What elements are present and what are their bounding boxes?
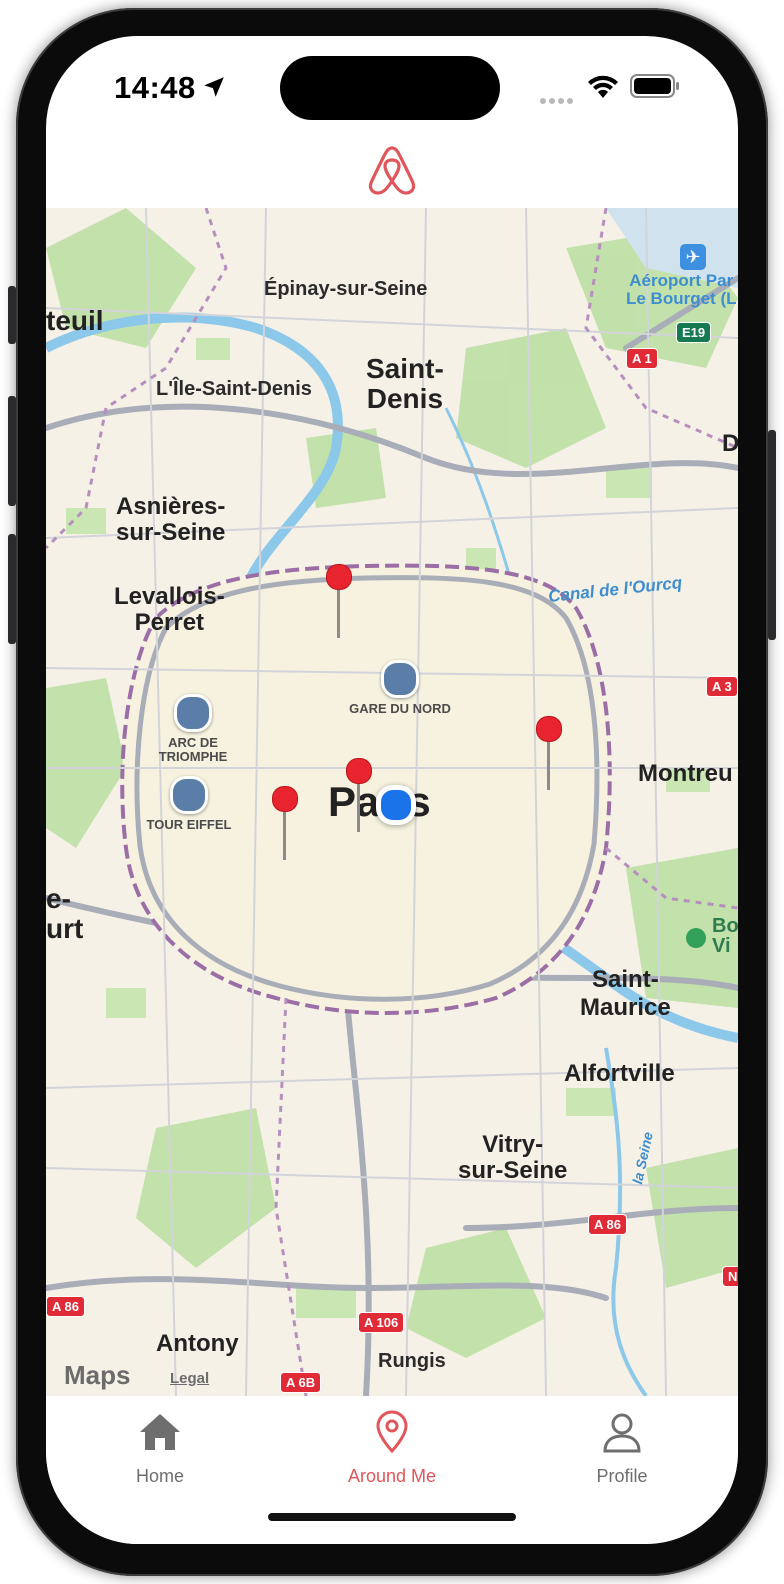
listing-pin[interactable] [272, 786, 298, 866]
map-label: Levallois- Perret [114, 583, 225, 636]
location-pin-icon [376, 1410, 408, 1454]
road-badge: A 3 [706, 676, 738, 697]
user-location-dot [376, 785, 416, 825]
tab-label: Home [135, 1466, 184, 1486]
tab-label: Around Me [347, 1466, 437, 1486]
map-label: Épinay-sur-Seine [264, 278, 428, 300]
poi-tour-eiffel[interactable]: TOUR EIFFEL [134, 776, 244, 832]
landmark-icon [170, 776, 208, 814]
train-station-icon [381, 660, 419, 698]
app-screen: 14:48 Épinay-sur-Seine Saint- Denis L'Îl… [46, 36, 738, 1544]
app-header [46, 136, 738, 209]
listing-pin[interactable] [326, 564, 352, 644]
power-button [768, 430, 776, 640]
dynamic-island [280, 56, 500, 120]
mute-switch [8, 286, 16, 344]
airbnb-logo-icon [368, 146, 416, 195]
map-label: Bo Vi [712, 915, 738, 957]
listing-pin[interactable] [536, 716, 562, 796]
map-label: Alfortville [564, 1060, 675, 1087]
wifi-icon [588, 75, 618, 98]
maps-attribution-text: Maps [64, 1360, 131, 1390]
tab-profile[interactable]: Profile [552, 1410, 692, 1487]
map-label: Saint- Denis [366, 353, 444, 414]
tab-around-me[interactable]: Around Me [322, 1410, 462, 1487]
road-badge: A 86 [588, 1214, 627, 1235]
tab-bar: Home Around Me Profile [46, 1396, 738, 1544]
poi-label: GARE DU NORD [349, 701, 451, 716]
map-label: Vitry- sur-Seine [458, 1131, 568, 1184]
volume-down-button [8, 534, 16, 644]
legal-link[interactable]: Legal [170, 1370, 209, 1387]
status-time: 14:48 [114, 70, 196, 105]
poi-gare-du-nord[interactable]: GARE DU NORD [340, 660, 460, 716]
volume-up-button [8, 396, 16, 506]
poi-label: TOUR EIFFEL [146, 817, 232, 832]
cellular-signal-icon [540, 91, 578, 104]
road-badge: A 86 [46, 1296, 85, 1317]
road-badge: A 6B [280, 1372, 322, 1393]
map-view[interactable]: Épinay-sur-Seine Saint- Denis L'Île-Sain… [46, 208, 738, 1396]
map-label: e- urt [46, 883, 84, 944]
poi-arc-de-triomphe[interactable]: ARC DE TRIOMPHE [138, 694, 248, 764]
map-label: Montreu [638, 760, 733, 787]
landmark-icon [174, 694, 212, 732]
home-indicator[interactable] [268, 1513, 516, 1521]
profile-icon [603, 1413, 641, 1453]
listing-pin[interactable] [346, 758, 372, 838]
home-icon [140, 1414, 180, 1450]
map-label: Saint- Maurice [580, 966, 671, 1021]
map-label: Rungis [378, 1350, 446, 1372]
battery-icon [630, 74, 679, 98]
road-badge: A 1 [626, 348, 658, 369]
tab-label: Profile [596, 1466, 648, 1486]
location-arrow-icon [204, 77, 224, 97]
road-badge: N [722, 1266, 738, 1287]
apple-maps-attribution: Maps [64, 1360, 130, 1391]
park-icon [686, 928, 706, 948]
poi-label: ARC DE TRIOMPHE [158, 735, 228, 764]
map-label: D [722, 430, 738, 457]
tab-home[interactable]: Home [90, 1410, 230, 1487]
map-label: teuil [46, 305, 104, 336]
road-badge: E19 [676, 322, 712, 343]
road-badge: A 106 [358, 1312, 405, 1333]
airport-label: Aéroport Par Le Bourget (L [626, 271, 737, 308]
airport-icon: ✈ [680, 244, 706, 270]
map-label: L'Île-Saint-Denis [156, 378, 312, 400]
map-label: Antony [156, 1330, 239, 1357]
map-label: Asnières- sur-Seine [116, 493, 226, 546]
